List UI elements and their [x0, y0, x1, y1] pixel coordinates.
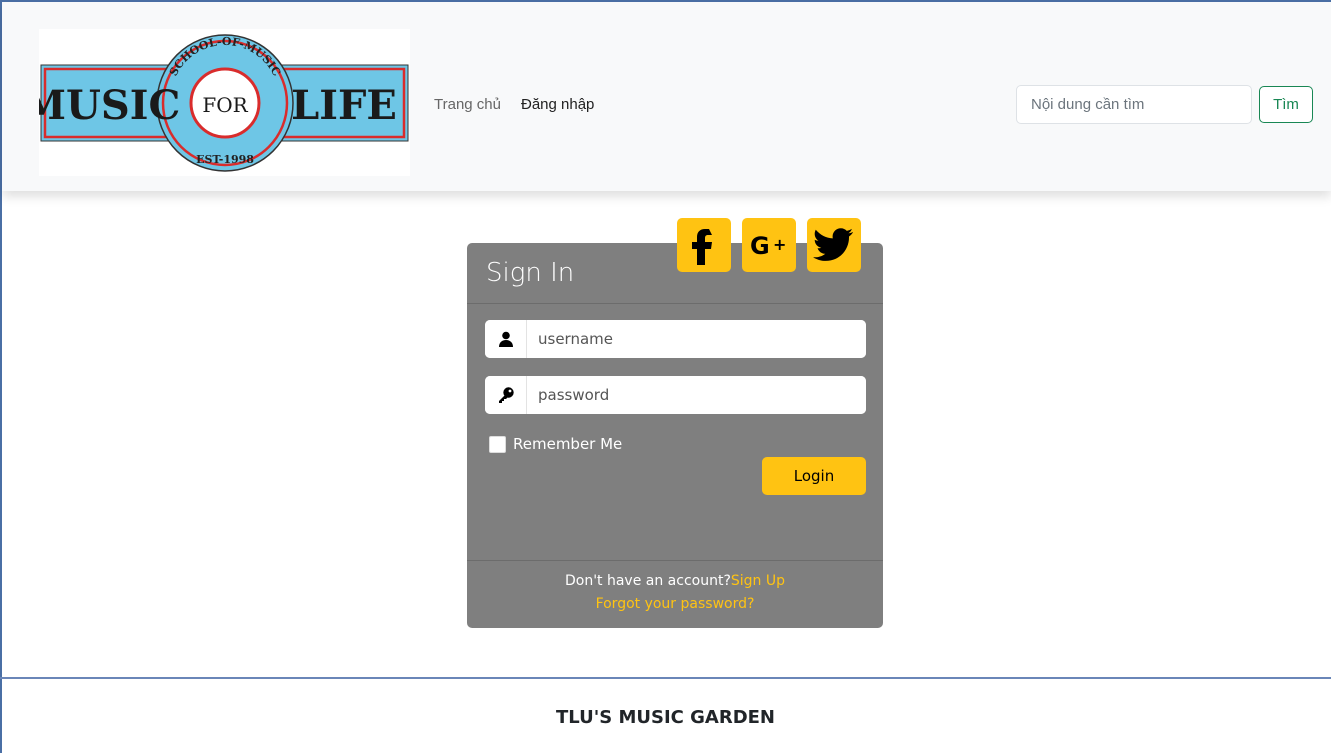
- svg-text:+: +: [773, 235, 786, 254]
- logo-left-word: MUSIC: [39, 82, 180, 129]
- username-group: [485, 320, 866, 358]
- site-header: SCHOOL-OF-MUSIC EST-1998 MUSIC FOR LIFE …: [2, 2, 1331, 191]
- password-group: [485, 376, 866, 414]
- no-account-row: Don't have an account?Sign Up: [467, 573, 883, 589]
- username-input[interactable]: [527, 320, 866, 358]
- remember-me-row: Remember Me: [489, 435, 622, 453]
- card-header-divider: [467, 303, 883, 304]
- svg-text:G: G: [750, 232, 770, 260]
- forgot-password-row: Forgot your password?: [467, 596, 883, 612]
- remember-me-checkbox[interactable]: [489, 435, 506, 453]
- footer-title: TLU'S MUSIC GARDEN: [556, 707, 775, 728]
- no-account-text: Don't have an account?: [564, 573, 731, 589]
- twitter-icon: [813, 228, 853, 261]
- key-icon: [485, 376, 527, 414]
- logo-center-word: FOR: [202, 93, 248, 117]
- facebook-icon: [692, 229, 712, 265]
- google-plus-icon: G +: [750, 232, 786, 260]
- music-for-life-logo[interactable]: SCHOOL-OF-MUSIC EST-1998 MUSIC FOR LIFE: [39, 29, 410, 176]
- nav-home-link[interactable]: Trang chủ: [434, 96, 501, 113]
- nav-login-link[interactable]: Đăng nhập: [521, 96, 594, 113]
- sign-in-card: Sign In G + username Remember Me Login D…: [467, 218, 883, 628]
- logo-bottom-text: EST-1998: [196, 153, 254, 166]
- password-input[interactable]: [527, 376, 866, 414]
- remember-me-label: Remember Me: [513, 435, 623, 453]
- login-button[interactable]: Login: [762, 457, 866, 495]
- search-input[interactable]: [1016, 85, 1252, 124]
- forgot-password-link[interactable]: Forgot your password?: [596, 596, 755, 612]
- facebook-button[interactable]: [677, 218, 731, 272]
- google-plus-button[interactable]: G +: [742, 218, 796, 272]
- card-footer-divider: [467, 560, 883, 561]
- sign-in-title: Sign In: [486, 258, 575, 288]
- logo-right-word: LIFE: [291, 82, 397, 129]
- sign-up-link[interactable]: Sign Up: [731, 573, 785, 589]
- search-button[interactable]: Tìm: [1259, 86, 1313, 123]
- footer-divider: [0, 677, 1331, 679]
- user-icon: [485, 320, 527, 358]
- twitter-button[interactable]: [807, 218, 861, 272]
